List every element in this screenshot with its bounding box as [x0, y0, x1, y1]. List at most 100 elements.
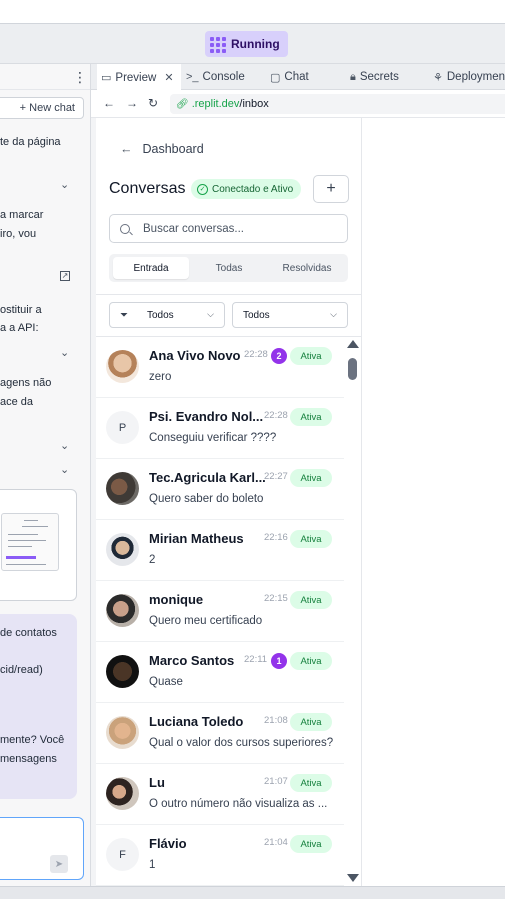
conversation-row[interactable]: Ana Vivo Novo 22:28 2 Ativa zero [96, 337, 344, 398]
workspace-header: Running [0, 24, 505, 64]
conversation-row[interactable]: P Psi. Evandro Nol... 22:28 Ativa Conseguiu … [96, 398, 344, 459]
agent-chat-panel: ⋮ + New chat te da página ⌄ a marcar iro… [0, 64, 91, 889]
preview-frame: ← Dashboard Conversas ✓ Conectado e Ativ… [96, 118, 362, 886]
scroll-down-icon[interactable] [347, 874, 359, 882]
avatar [106, 533, 139, 566]
message-time: 21:08 [264, 715, 288, 726]
contact-name: Ana Vivo Novo [149, 348, 241, 363]
chat-text-line: iro, vou [0, 228, 37, 240]
tab-label: Deploymen [446, 71, 505, 83]
status-badge: Ativa [290, 652, 332, 670]
message-time: 22:27 [264, 471, 288, 482]
tab-todas[interactable]: Todas [191, 257, 267, 279]
deploy-icon: ⚘ [433, 71, 443, 84]
new-conversation-button[interactable]: + [313, 175, 349, 203]
back-arrow-icon[interactable]: ← [103, 96, 115, 110]
back-to-dashboard-link[interactable]: ← Dashboard [120, 142, 204, 156]
scroll-up-icon[interactable] [347, 340, 359, 348]
message-preview: 2 [149, 554, 156, 566]
tab-label: Chat [284, 71, 309, 83]
chevron-down-icon[interactable]: ⌄ [60, 346, 69, 359]
status-badge: Ativa [290, 469, 332, 487]
chat-text-line: de contatos [0, 627, 57, 639]
terminal-icon: >_ [186, 71, 199, 83]
status-badge: Ativa [290, 713, 332, 731]
message-time: 22:16 [264, 532, 288, 543]
send-icon[interactable]: ➤ [50, 855, 68, 873]
address-bar: ← → ↻ 🔗︎ .replit.dev /inbox [91, 90, 505, 118]
avatar [106, 716, 139, 749]
connection-status-badge: ✓ Conectado e Ativo [191, 179, 302, 199]
tab-deployments[interactable]: ⚘ Deploymen [433, 64, 505, 90]
chat-panel-header: ⋮ [0, 64, 90, 90]
avatar [106, 594, 139, 627]
screenshot-thumbnail[interactable] [0, 489, 77, 601]
message-preview: Quero saber do boleto [149, 493, 264, 505]
chevron-down-icon: ⌵ [330, 309, 337, 319]
message-preview: Qual o valor dos cursos superiores? [149, 737, 334, 749]
tab-preview[interactable]: ▭ Preview ✕ [97, 64, 181, 91]
chat-text-line: ace da [0, 396, 34, 408]
new-chat-button[interactable]: + New chat [0, 97, 84, 119]
conversation-row[interactable]: Marco Santos 22:11 1 Ativa Quase [96, 642, 344, 703]
running-label: Running [231, 37, 280, 51]
url-field[interactable]: 🔗︎ .replit.dev /inbox [170, 94, 505, 114]
link-icon: 🔗︎ [176, 98, 189, 110]
message-time: 21:07 [264, 776, 288, 787]
search-icon [120, 223, 130, 234]
lock-icon: 🔒︎ [350, 70, 356, 83]
chat-input[interactable]: ➤ [0, 817, 84, 880]
monitor-icon: ▭ [101, 72, 112, 84]
tab-label: Preview [115, 71, 157, 84]
contact-name: Tec.Agricula Karl... [149, 470, 266, 485]
tab-resolvidas[interactable]: Resolvidas [269, 257, 345, 279]
conversation-row[interactable]: Luciana Toledo 21:08 Ativa Qual o valor dos… [96, 703, 344, 764]
page-title: Conversas [109, 180, 186, 197]
conversation-row[interactable]: Tec.Agricula Karl... 22:27 Ativa Quero sabe… [96, 459, 344, 520]
conversation-row[interactable]: monique 22:15 Ativa Quero meu certificado [96, 581, 344, 642]
contact-name: Mirian Matheus [149, 531, 244, 546]
tab-secrets[interactable]: 🔒︎ Secrets [350, 64, 399, 90]
chat-text-line: mente? Você [0, 734, 65, 746]
chat-text-line: ostituir a [0, 304, 42, 316]
conversation-row[interactable]: Lu 21:07 Ativa O outro número não visualiza… [96, 764, 344, 825]
forward-arrow-icon[interactable]: → [126, 96, 138, 110]
contact-name: monique [149, 592, 204, 607]
right-empty-area [362, 118, 505, 886]
unread-count-badge: 1 [271, 653, 287, 669]
scrollbar-thumb[interactable] [348, 358, 357, 380]
scrollbar[interactable] [346, 340, 360, 886]
close-tab-icon[interactable]: ✕ [164, 71, 173, 84]
search-input[interactable] [143, 222, 333, 235]
conversation-row[interactable]: Mirian Matheus 22:16 Ativa 2 [96, 520, 344, 581]
avatar [106, 472, 139, 505]
filter-dropdown-1[interactable]: ⏷ Todos ⌵ [109, 302, 225, 328]
search-box[interactable] [109, 214, 348, 243]
tab-label: Console [202, 71, 245, 83]
contact-name: Flávio [149, 836, 187, 851]
status-badge: Ativa [290, 347, 332, 365]
chevron-down-icon[interactable]: ⌄ [60, 178, 69, 191]
chevron-down-icon[interactable]: ⌄ [60, 439, 69, 452]
chat-text-line: agens não [0, 377, 52, 389]
tab-console[interactable]: >_ Console [186, 64, 245, 90]
conversation-row[interactable]: F Flávio 21:04 Ativa 1 [96, 825, 344, 886]
chevron-down-icon[interactable]: ⌄ [60, 463, 69, 476]
url-path: /inbox [239, 98, 269, 110]
message-preview: O outro número não visualiza as ... [149, 798, 328, 810]
thumbnail-image [1, 513, 59, 571]
avatar [106, 777, 139, 810]
filter-dropdown-2[interactable]: Todos ⌵ [232, 302, 348, 328]
status-badge: Ativa [290, 408, 332, 426]
tab-chat[interactable]: ▢ Chat [270, 64, 309, 90]
contact-name: Psi. Evandro Nol... [149, 409, 264, 424]
message-time: 22:28 [244, 349, 268, 360]
reload-icon[interactable]: ↻ [148, 96, 158, 110]
kebab-menu-icon[interactable]: ⋮ [73, 69, 87, 86]
open-external-icon[interactable]: ↗ [60, 271, 70, 281]
running-status-button[interactable]: Running [205, 31, 288, 57]
divider [96, 294, 361, 295]
chat-text-line: mensagens [0, 753, 57, 765]
tab-entrada[interactable]: Entrada [113, 257, 189, 279]
message-time: 22:15 [264, 593, 288, 604]
